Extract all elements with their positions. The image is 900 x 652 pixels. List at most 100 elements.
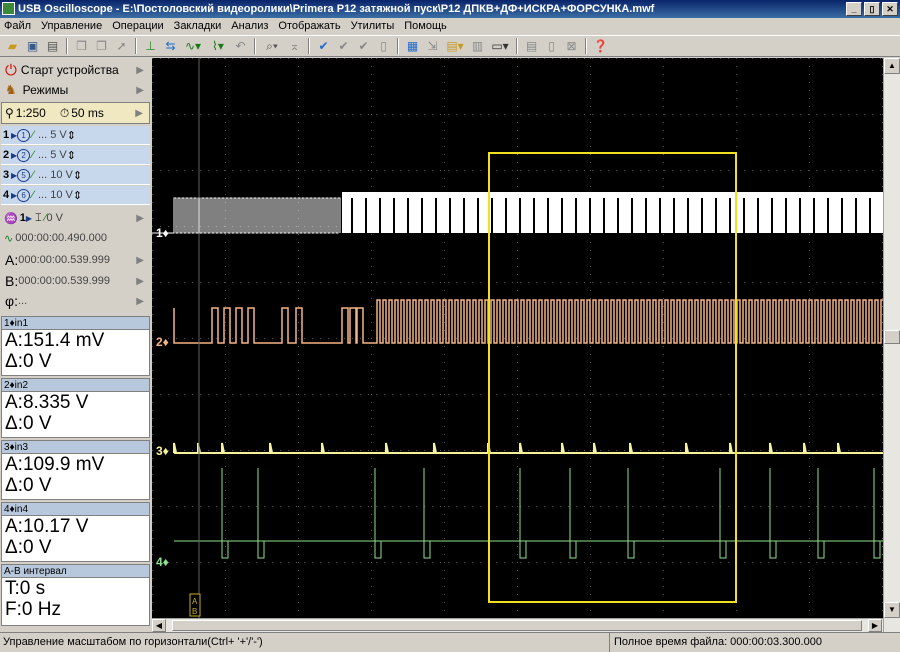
probe-icon: ⁄ bbox=[32, 149, 34, 161]
start-device-button[interactable]: ⏻ Старт устройства ▶ bbox=[1, 60, 150, 80]
channel-2-trace bbox=[173, 299, 883, 344]
modes-button[interactable]: ♞ Режимы ▶ bbox=[1, 80, 150, 100]
probe-icon: ⁄ bbox=[32, 189, 34, 201]
paste-icon[interactable]: ❐ bbox=[93, 38, 110, 55]
undo-icon[interactable]: ↶ bbox=[232, 38, 249, 55]
menu-utilities[interactable]: Утилиты bbox=[351, 18, 395, 35]
horizontal-scrollbar[interactable]: ◀ ▶ bbox=[152, 618, 883, 632]
traces bbox=[152, 192, 883, 559]
zoom-scale-icon: ⚲ bbox=[5, 106, 14, 120]
waveform-canvas[interactable]: A B bbox=[152, 58, 883, 618]
menu-file[interactable]: Файл bbox=[4, 18, 31, 35]
cursor-a-row[interactable]: A: 000:00:00.539.999 ▶ bbox=[1, 250, 150, 270]
import-icon[interactable]: ⇲ bbox=[424, 38, 441, 55]
scroll-up-icon[interactable]: ▲ bbox=[884, 58, 900, 74]
channel-1-label[interactable]: 1♦ bbox=[156, 226, 169, 240]
grid-icon[interactable]: ▦ bbox=[404, 38, 421, 55]
probe-icon: ⁄ bbox=[32, 169, 34, 181]
probe-icon: ⁄ bbox=[32, 129, 34, 141]
channel-settings-icon[interactable]: ⇕ bbox=[73, 189, 82, 202]
source-badge: 6 bbox=[17, 188, 31, 202]
window-title: USB Oscilloscope - E:\Постоловский видео… bbox=[18, 3, 655, 15]
scroll-right-icon[interactable]: ▶ bbox=[868, 619, 882, 632]
chevron-right-icon: ▶ bbox=[136, 212, 144, 224]
phase-row[interactable]: φ: ... ▶ bbox=[1, 291, 150, 311]
channel-settings-icon[interactable]: ⇕ bbox=[67, 129, 76, 142]
ruler-icon[interactable]: ⇆ bbox=[162, 38, 179, 55]
page-icon[interactable]: ▯ bbox=[543, 38, 560, 55]
maximize-button[interactable]: ▯ bbox=[864, 2, 880, 16]
check-icon[interactable]: ✔ bbox=[315, 38, 332, 55]
menu-control[interactable]: Управление bbox=[41, 18, 102, 35]
menu-operations[interactable]: Операции bbox=[112, 18, 163, 35]
vertical-scrollbar[interactable]: ▲ ▼ bbox=[883, 58, 900, 632]
channel-row-4[interactable]: 4 ▶ 6 ⁄ ... 10 V ⇕ bbox=[1, 186, 150, 205]
channel-4-label[interactable]: 4♦ bbox=[156, 555, 169, 569]
cursor-icon[interactable]: ⊥ bbox=[142, 38, 159, 55]
close-button[interactable]: ✕ bbox=[882, 2, 898, 16]
menu-view[interactable]: Отображать bbox=[278, 18, 340, 35]
readout-header: 2♦in2 bbox=[2, 379, 149, 392]
readout-header: 3♦in3 bbox=[2, 441, 149, 454]
copy-icon[interactable]: ❐ bbox=[73, 38, 90, 55]
menu-bookmarks[interactable]: Закладки bbox=[174, 18, 222, 35]
export-icon[interactable]: ➚ bbox=[113, 38, 130, 55]
svg-text:A: A bbox=[192, 597, 198, 606]
sine-icon[interactable]: ∿▾ bbox=[182, 38, 204, 55]
save-icon[interactable]: ▣ bbox=[24, 38, 41, 55]
stop-icon[interactable]: ▤▾ bbox=[444, 38, 466, 55]
table-icon[interactable]: ▭▾ bbox=[489, 38, 511, 55]
close-doc-icon[interactable]: ⊠ bbox=[563, 38, 580, 55]
marker-icon[interactable]: ⌅ bbox=[286, 38, 303, 55]
window-icon[interactable]: ▥ bbox=[469, 38, 486, 55]
cursor-b-row[interactable]: B: 000:00:00.539.999 ▶ bbox=[1, 271, 150, 291]
menu-help[interactable]: Помощь bbox=[404, 18, 447, 35]
zoom-icon[interactable]: ⌕▾ bbox=[261, 38, 283, 55]
chevron-right-icon: ▶ bbox=[136, 84, 144, 96]
scroll-left-icon[interactable]: ◀ bbox=[152, 619, 166, 632]
power-icon: ⏻ bbox=[5, 61, 17, 79]
check2-icon[interactable]: ✔ bbox=[335, 38, 352, 55]
menu-analysis[interactable]: Анализ bbox=[231, 18, 268, 35]
channel-row-1[interactable]: 1 ▶ 1 ⁄ ... 5 V ⇕ bbox=[1, 126, 150, 145]
readout-ch3: 3♦in3 A:109.9 mV Δ:0 V bbox=[1, 440, 150, 500]
doc-icon[interactable]: ▯ bbox=[375, 38, 392, 55]
channel-row-3[interactable]: 3 ▶ 5 ⁄ ... 10 V ⇕ bbox=[1, 166, 150, 185]
oscilloscope-display[interactable]: A B 1♦ 2♦ 3♦ 4♦ bbox=[152, 58, 883, 618]
channel-row-2[interactable]: 2 ▶ 2 ⁄ ... 5 V ⇕ bbox=[1, 146, 150, 165]
help-icon[interactable]: ❓ bbox=[592, 38, 609, 55]
channel-3-label[interactable]: 3♦ bbox=[156, 444, 169, 458]
channel-settings-icon[interactable]: ⇕ bbox=[67, 149, 76, 162]
interval-time: T:0 s bbox=[5, 578, 46, 599]
trigger-row[interactable]: ♒ 1 ▶ ⌶ ⁄ 0 V ▶ bbox=[1, 208, 150, 228]
scroll-thumb[interactable] bbox=[172, 620, 862, 631]
channel-1-trace-burst bbox=[342, 192, 883, 233]
wave-icon[interactable]: ⌇▾ bbox=[207, 38, 229, 55]
scale-value: 1:250 bbox=[15, 106, 46, 120]
timebase-value: 50 ms bbox=[71, 106, 104, 120]
chevron-right-icon: ▶ bbox=[136, 254, 144, 266]
channel-3-trace bbox=[173, 442, 883, 454]
scroll-down-icon[interactable]: ▼ bbox=[884, 602, 900, 618]
chevron-right-icon: ▶ bbox=[135, 107, 143, 119]
status-file-time: Полное время файла: 000:00:03.300.000 bbox=[614, 636, 822, 648]
channel-settings-icon[interactable]: ⇕ bbox=[73, 169, 82, 182]
channel-2-label[interactable]: 2♦ bbox=[156, 335, 169, 349]
scroll-thumb[interactable] bbox=[884, 330, 900, 344]
minimize-button[interactable]: _ bbox=[846, 2, 862, 16]
list-icon[interactable]: ▤ bbox=[523, 38, 540, 55]
check3-icon[interactable]: ✔ bbox=[355, 38, 372, 55]
readout-header: 4♦in4 bbox=[2, 503, 149, 516]
trigger-time-row[interactable]: ∿ 000:00:00.490.000 bbox=[1, 228, 150, 248]
channel-4-trace bbox=[174, 468, 883, 559]
timebase-icon: ⏱ bbox=[59, 105, 70, 120]
toolbar: ▰ ▣ ▤ ❐ ❐ ➚ ⊥ ⇆ ∿▾ ⌇▾ ↶ ⌕▾ ⌅ ✔ ✔ ✔ ▯ ▦ ⇲… bbox=[0, 35, 900, 57]
scale-row[interactable]: ⚲ 1:250 ⏱ 50 ms ▶ bbox=[1, 102, 150, 124]
open-icon[interactable]: ▰ bbox=[4, 38, 21, 55]
menu-bar: Файл Управление Операции Закладки Анализ… bbox=[0, 18, 900, 35]
app-window: USB Oscilloscope - E:\Постоловский видео… bbox=[0, 0, 900, 652]
source-badge: 5 bbox=[17, 168, 31, 182]
print-icon[interactable]: ▤ bbox=[44, 38, 61, 55]
chevron-right-icon: ▶ bbox=[136, 64, 144, 76]
readout-delta: Δ:0 V bbox=[5, 413, 52, 434]
